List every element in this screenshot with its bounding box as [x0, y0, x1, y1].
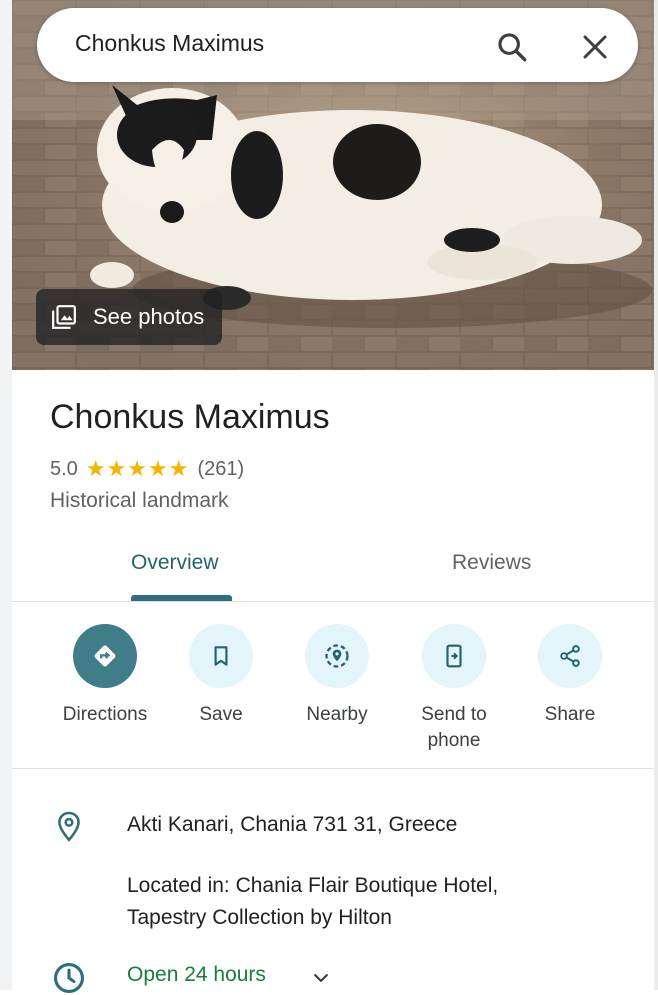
left-edge	[0, 0, 12, 990]
search-icon[interactable]	[495, 30, 529, 64]
search-input[interactable]: Chonkus Maximus	[75, 30, 264, 57]
save-icon-circle	[189, 624, 253, 688]
send-to-phone-icon-circle	[422, 624, 486, 688]
search-bar[interactable]: Chonkus Maximus	[37, 8, 638, 82]
save-button[interactable]: Save	[161, 624, 281, 728]
location-pin-icon	[58, 811, 80, 842]
hours-status[interactable]: Open 24 hours	[127, 963, 266, 987]
see-photos-button[interactable]: See photos	[36, 289, 222, 345]
actions-divider	[12, 768, 654, 769]
directions-label: Directions	[62, 704, 148, 725]
see-photos-label: See photos	[93, 304, 205, 329]
rating-row[interactable]: 5.0 ★★★★★ (261)	[50, 456, 244, 482]
tabs-divider	[12, 601, 654, 602]
rating-value: 5.0	[50, 457, 78, 480]
address-text[interactable]: Akti Kanari, Chania 731 31, Greece	[127, 809, 457, 841]
save-label: Save	[199, 704, 243, 725]
nearby-button[interactable]: Nearby	[277, 624, 397, 728]
located-in-line-2[interactable]: Tapestry Collection by Hilton	[127, 902, 392, 934]
directions-button[interactable]: Directions	[45, 624, 165, 728]
located-in-line-1[interactable]: Located in: Chania Flair Boutique Hotel,	[127, 870, 498, 902]
tab-overview[interactable]: Overview	[131, 551, 219, 575]
star-rating-icon: ★★★★★	[85, 456, 190, 481]
send-to-phone-icon	[446, 644, 462, 668]
close-icon[interactable]	[580, 32, 610, 62]
bookmark-icon	[214, 646, 228, 666]
photo-library-icon	[52, 305, 76, 329]
share-button[interactable]: Share	[510, 624, 630, 728]
nearby-icon	[325, 644, 349, 668]
place-title: Chonkus Maximus	[50, 398, 330, 436]
nearby-label: Nearby	[306, 704, 368, 725]
directions-icon	[94, 645, 116, 667]
share-icon	[560, 645, 580, 667]
share-icon-circle	[538, 624, 602, 688]
chevron-down-icon[interactable]	[311, 968, 331, 988]
nearby-icon-circle	[305, 624, 369, 688]
share-label: Share	[544, 704, 596, 725]
tab-reviews[interactable]: Reviews	[452, 551, 531, 575]
scrollbar-track[interactable]	[654, 0, 658, 990]
send-to-phone-button[interactable]: Send to phone	[394, 624, 514, 754]
place-category[interactable]: Historical landmark	[50, 489, 229, 513]
directions-icon-circle	[73, 624, 137, 688]
review-count[interactable]: (261)	[197, 458, 244, 481]
send-to-phone-label: Send to phone	[421, 704, 487, 751]
